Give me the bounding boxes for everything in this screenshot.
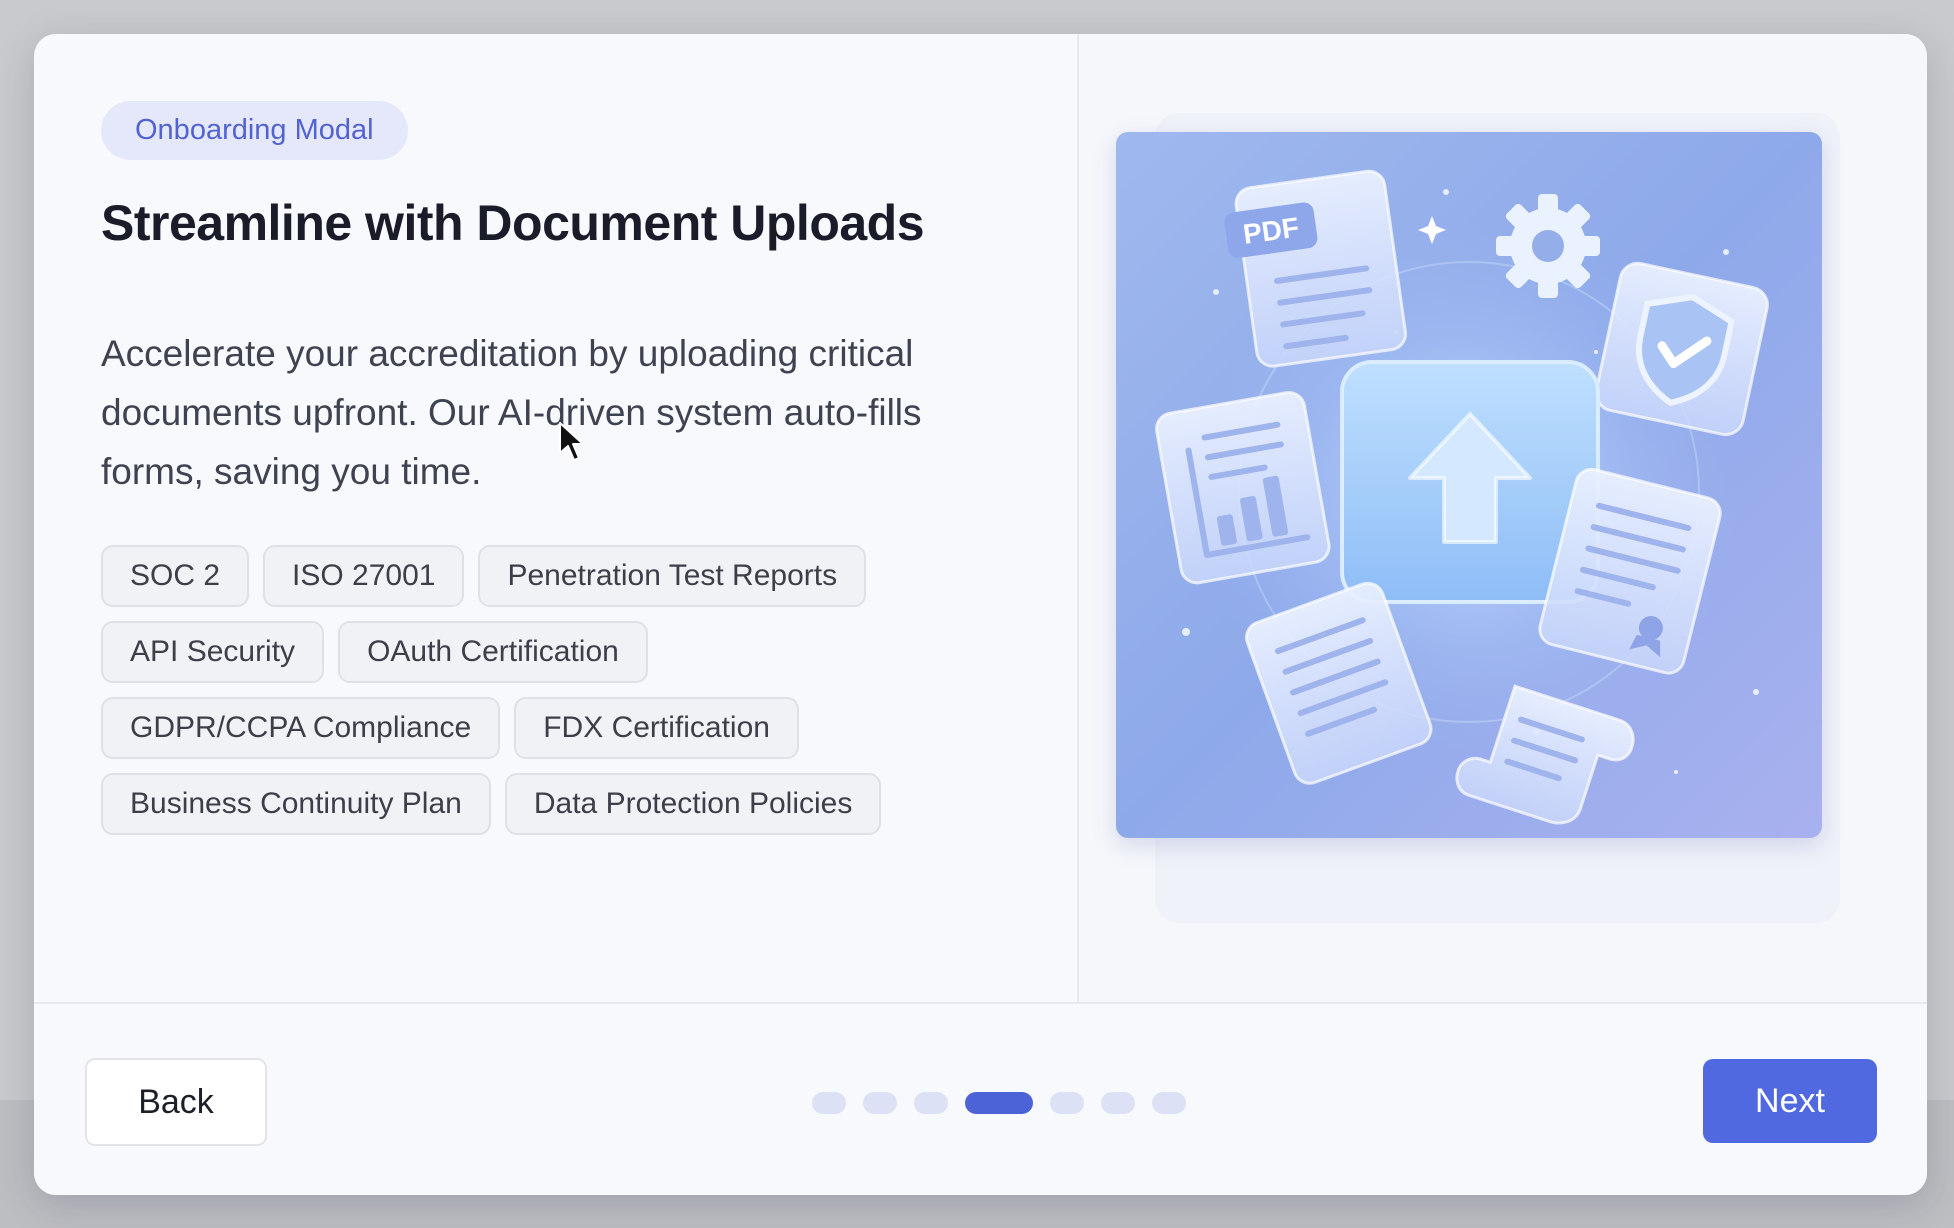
- tag-penetration-test-reports: Penetration Test Reports: [478, 545, 867, 607]
- step-dot-3[interactable]: [914, 1092, 948, 1114]
- next-button[interactable]: Next: [1703, 1059, 1877, 1143]
- tag-row: GDPR/CCPA Compliance FDX Certification: [101, 697, 1021, 759]
- mouse-cursor-icon: [559, 422, 584, 461]
- step-indicator: [812, 1092, 1186, 1114]
- tag-soc2: SOC 2: [101, 545, 250, 607]
- step-dot-6[interactable]: [1101, 1092, 1135, 1114]
- tag-row: Business Continuity Plan Data Protection…: [101, 773, 1021, 835]
- content-pane: Onboarding Modal Streamline with Documen…: [34, 34, 1077, 1002]
- modal-footer: Back Next: [34, 1002, 1927, 1195]
- tag-list: SOC 2 ISO 27001 Penetration Test Reports…: [101, 545, 1021, 849]
- back-button[interactable]: Back: [85, 1058, 267, 1146]
- tag-business-continuity-plan: Business Continuity Plan: [101, 773, 491, 835]
- step-dot-4-active[interactable]: [965, 1092, 1033, 1114]
- step-dot-5[interactable]: [1050, 1092, 1084, 1114]
- tag-row: API Security OAuth Certification: [101, 621, 1021, 683]
- shield-check-icon: [1594, 261, 1769, 437]
- modal-badge: Onboarding Modal: [101, 101, 408, 160]
- tag-fdx-certification: FDX Certification: [514, 697, 799, 759]
- step-dot-1[interactable]: [812, 1092, 846, 1114]
- step-dot-2[interactable]: [863, 1092, 897, 1114]
- tag-oauth-certification: OAuth Certification: [338, 621, 648, 683]
- tag-row: SOC 2 ISO 27001 Penetration Test Reports: [101, 545, 1021, 607]
- tag-gdpr-ccpa-compliance: GDPR/CCPA Compliance: [101, 697, 501, 759]
- document-upload-illustration: PDF: [1116, 132, 1822, 838]
- chart-document-icon: [1155, 390, 1331, 585]
- tag-iso27001: ISO 27001: [263, 545, 465, 607]
- step-dot-7[interactable]: [1152, 1092, 1186, 1114]
- gear-icon: [1496, 194, 1600, 298]
- tag-api-security: API Security: [101, 621, 325, 683]
- tag-data-protection-policies: Data Protection Policies: [504, 773, 882, 835]
- modal-title: Streamline with Document Uploads: [101, 195, 925, 251]
- modal-description: Accelerate your accreditation by uploadi…: [101, 333, 922, 492]
